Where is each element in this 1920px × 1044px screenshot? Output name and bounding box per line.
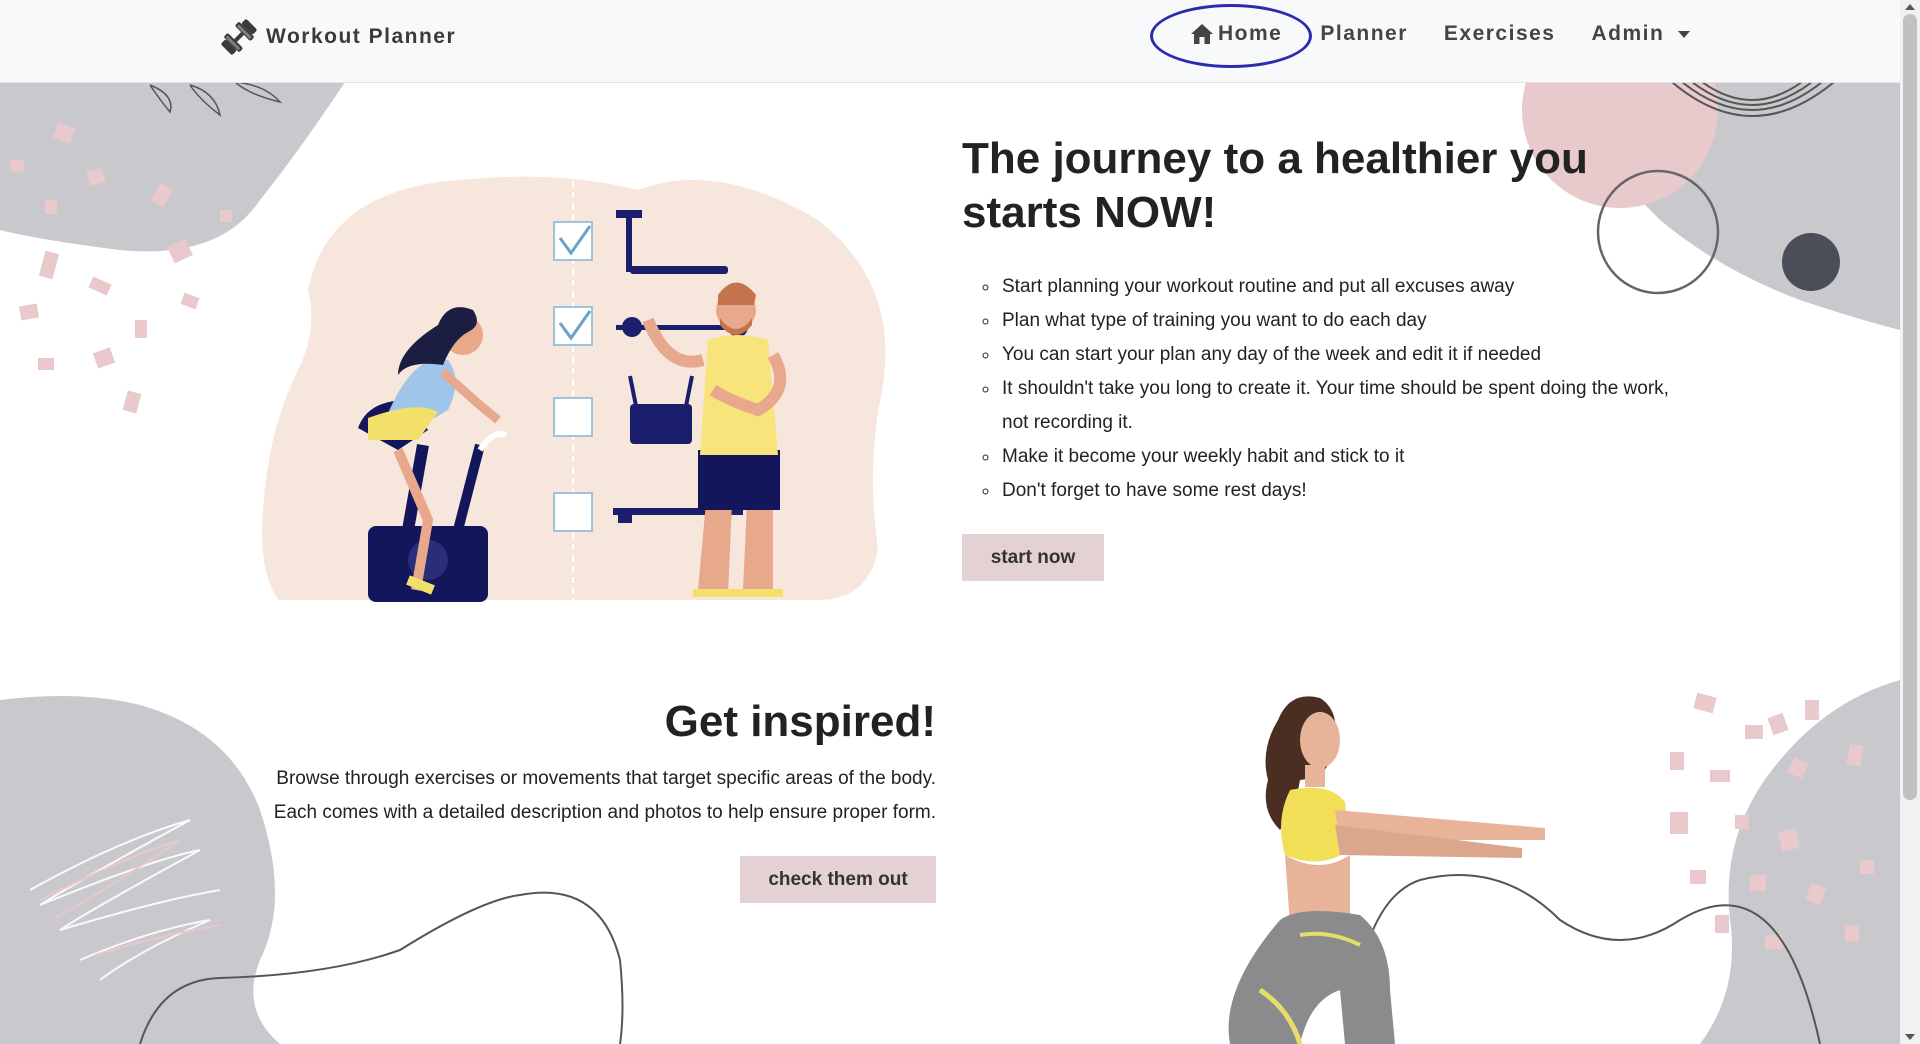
squat-woman-photo bbox=[1228, 696, 1545, 1044]
inspired-title: Get inspired! bbox=[664, 697, 936, 746]
list-item: Don't forget to have some rest days! bbox=[1000, 474, 1700, 508]
dumbbell-icon bbox=[221, 19, 257, 55]
nav-item-exercises[interactable]: Exercises bbox=[1444, 22, 1556, 46]
inspired-line-2: Each comes with a detailed description a… bbox=[273, 802, 936, 823]
nav-item-admin[interactable]: Admin bbox=[1591, 22, 1691, 46]
nav-planner-label: Planner bbox=[1320, 22, 1408, 45]
start-now-button[interactable]: start now bbox=[962, 534, 1104, 581]
list-item: Start planning your workout routine and … bbox=[1000, 270, 1700, 304]
scroll-up-icon[interactable] bbox=[1905, 4, 1915, 10]
scroll-down-icon[interactable] bbox=[1905, 1034, 1915, 1040]
brand-link[interactable]: Workout Planner bbox=[218, 16, 456, 58]
nav-item-planner[interactable]: Planner bbox=[1320, 22, 1408, 46]
inspired-line-1: Browse through exercises or movements th… bbox=[276, 768, 936, 789]
list-item: Plan what type of training you want to d… bbox=[1000, 304, 1700, 338]
hero-title: The journey to a healthier you starts NO… bbox=[962, 134, 1588, 237]
chevron-down-icon bbox=[1678, 30, 1691, 38]
nav-exercises-label: Exercises bbox=[1443, 22, 1556, 45]
hero-bullet-list: Start planning your workout routine and … bbox=[962, 270, 1700, 508]
navbar: Workout Planner Home Planner Exercises A… bbox=[0, 0, 1900, 83]
nav-home-label: Home bbox=[1218, 22, 1283, 45]
list-item: It shouldn't take you long to create it.… bbox=[1000, 372, 1700, 440]
inspired-description: Browse through exercises or movements th… bbox=[230, 762, 936, 830]
home-icon bbox=[1191, 24, 1213, 44]
nav-item-home[interactable]: Home bbox=[1190, 22, 1282, 46]
hero-illustration bbox=[262, 170, 886, 602]
list-item: You can start your plan any day of the w… bbox=[1000, 338, 1700, 372]
vertical-scrollbar[interactable] bbox=[1900, 0, 1920, 1044]
scrollbar-thumb[interactable] bbox=[1903, 14, 1917, 800]
brand-label: Workout Planner bbox=[266, 25, 457, 48]
list-item: Make it become your weekly habit and sti… bbox=[1000, 440, 1700, 474]
nav-admin-label: Admin bbox=[1591, 22, 1665, 45]
check-them-out-button[interactable]: check them out bbox=[740, 856, 936, 903]
nav-menu: Home Planner Exercises Admin bbox=[1190, 22, 1726, 46]
